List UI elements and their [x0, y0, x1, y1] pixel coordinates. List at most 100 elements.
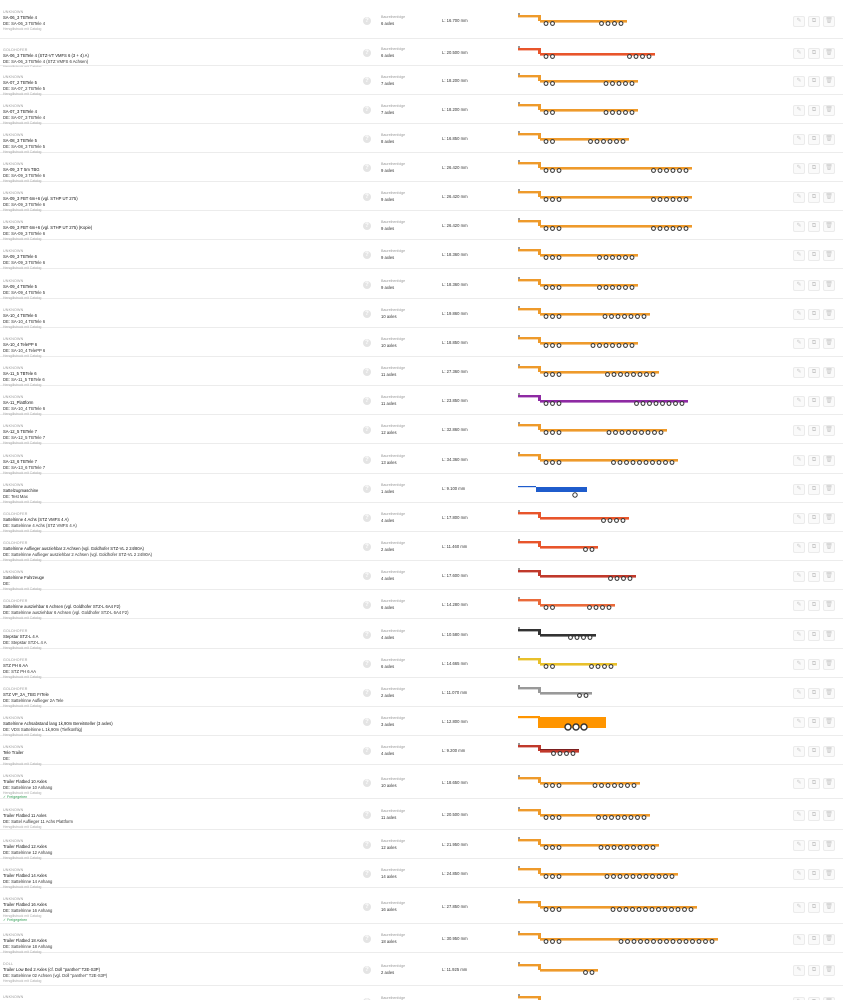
delete-button[interactable]: 🗑	[823, 15, 835, 27]
copy-button[interactable]: ⧉	[808, 250, 820, 261]
copy-button[interactable]: ⧉	[808, 134, 820, 145]
vehicle-row[interactable]: DOLL Trailer Low Bed 2 Axles (cf. Doll "p…	[0, 954, 843, 986]
edit-button[interactable]: ✎	[793, 163, 805, 174]
vehicle-row[interactable]: UNKNOWN SA-07_3 TBTele 4 DE: SA-07_3 TBTel…	[0, 96, 843, 125]
help-icon[interactable]: ?	[363, 397, 371, 405]
delete-button[interactable]: 🗑	[823, 659, 835, 670]
vehicle-row[interactable]: UNKNOWN SA-10_4 TBTele 6 DE: SA-10_4 TBTel…	[0, 300, 843, 329]
vehicle-row[interactable]: UNKNOWN SA-09_3 FBT 6m+6 (vgl. STHP UT 27…	[0, 183, 843, 212]
edit-button[interactable]: ✎	[793, 513, 805, 524]
copy-button[interactable]: ⧉	[808, 338, 820, 349]
edit-button[interactable]: ✎	[793, 688, 805, 699]
delete-button[interactable]: 🗑	[823, 810, 835, 821]
edit-button[interactable]: ✎	[793, 221, 805, 232]
copy-button[interactable]: ⧉	[808, 777, 820, 789]
edit-button[interactable]: ✎	[793, 280, 805, 291]
copy-button[interactable]: ⧉	[808, 425, 820, 436]
vehicle-row[interactable]: UNKNOWN SA-11_5 TBTele 6 DE: SA-11_5 TBTel…	[0, 358, 843, 387]
edit-button[interactable]: ✎	[793, 934, 805, 945]
vehicle-row[interactable]: UNKNOWN SA-07_2 TBTele 5 DE: SA-07_2 TBTel…	[0, 67, 843, 96]
copy-button[interactable]: ⧉	[808, 192, 820, 203]
vehicle-row[interactable]: UNKNOWN SA-09_3 T 5m TBG DE: SA-09_3 TBTel…	[0, 154, 843, 183]
delete-button[interactable]: 🗑	[823, 630, 835, 641]
help-icon[interactable]: ?	[363, 718, 371, 726]
help-icon[interactable]: ?	[363, 514, 371, 522]
edit-button[interactable]: ✎	[793, 840, 805, 851]
vehicle-row[interactable]: GOLDHOFER Sattelrinne 4 Achs (STZ VMFS 4 …	[0, 504, 843, 533]
help-icon[interactable]: ?	[363, 426, 371, 434]
help-icon[interactable]: ?	[363, 966, 371, 974]
help-icon[interactable]: ?	[363, 689, 371, 697]
delete-button[interactable]: 🗑	[823, 455, 835, 466]
copy-button[interactable]: ⧉	[808, 688, 820, 699]
edit-button[interactable]: ✎	[793, 484, 805, 495]
copy-button[interactable]: ⧉	[808, 48, 820, 59]
edit-button[interactable]: ✎	[793, 810, 805, 821]
delete-button[interactable]: 🗑	[823, 600, 835, 611]
vehicle-row[interactable]: UNKNOWN SA-09_3 TBTele 6 DE: SA-09_3 TBTel…	[0, 241, 843, 270]
edit-button[interactable]: ✎	[793, 965, 805, 976]
delete-button[interactable]: 🗑	[823, 425, 835, 436]
help-icon[interactable]: ?	[363, 456, 371, 464]
help-icon[interactable]: ?	[363, 106, 371, 114]
delete-button[interactable]: 🗑	[823, 396, 835, 407]
copy-button[interactable]: ⧉	[808, 76, 820, 87]
edit-button[interactable]: ✎	[793, 777, 805, 789]
help-icon[interactable]: ?	[363, 747, 371, 755]
help-icon[interactable]: ?	[363, 164, 371, 172]
help-icon[interactable]: ?	[363, 841, 371, 849]
edit-button[interactable]: ✎	[793, 250, 805, 261]
copy-button[interactable]: ⧉	[808, 280, 820, 291]
delete-button[interactable]: 🗑	[823, 777, 835, 789]
help-icon[interactable]: ?	[363, 631, 371, 639]
vehicle-row[interactable]: UNKNOWN SA-06_3 TBTele 4 DE: SA-06_3 TBTel…	[0, 2, 843, 39]
edit-button[interactable]: ✎	[793, 571, 805, 582]
copy-button[interactable]: ⧉	[808, 105, 820, 116]
copy-button[interactable]: ⧉	[808, 840, 820, 851]
delete-button[interactable]: 🗑	[823, 688, 835, 699]
edit-button[interactable]: ✎	[793, 630, 805, 641]
delete-button[interactable]: 🗑	[823, 192, 835, 203]
edit-button[interactable]: ✎	[793, 717, 805, 728]
copy-button[interactable]: ⧉	[808, 659, 820, 670]
edit-button[interactable]: ✎	[793, 338, 805, 349]
delete-button[interactable]: 🗑	[823, 484, 835, 495]
copy-button[interactable]: ⧉	[808, 600, 820, 611]
vehicle-row[interactable]: GOLDHOFER Sattelrinne Auflieger ausziehba…	[0, 533, 843, 562]
delete-button[interactable]: 🗑	[823, 901, 835, 913]
help-icon[interactable]: ?	[363, 902, 371, 911]
delete-button[interactable]: 🗑	[823, 250, 835, 261]
copy-button[interactable]: ⧉	[808, 901, 820, 913]
copy-button[interactable]: ⧉	[808, 717, 820, 728]
help-icon[interactable]: ?	[363, 339, 371, 347]
help-icon[interactable]: ?	[363, 251, 371, 259]
help-icon[interactable]: ?	[363, 572, 371, 580]
delete-button[interactable]: 🗑	[823, 105, 835, 116]
edit-button[interactable]: ✎	[793, 425, 805, 436]
edit-button[interactable]: ✎	[793, 600, 805, 611]
delete-button[interactable]: 🗑	[823, 717, 835, 728]
delete-button[interactable]: 🗑	[823, 134, 835, 145]
vehicle-row[interactable]: UNKNOWN Sattelzugmaschine DE: Test Max Hers…	[0, 475, 843, 504]
vehicle-row[interactable]: UNKNOWN SA-09_3 FBT 6m+6 (vgl. STHP UT 27…	[0, 212, 843, 241]
copy-button[interactable]: ⧉	[808, 869, 820, 880]
vehicle-row[interactable]: UNKNOWNTrailer Lowbed 3 AxlesDE: Sattelr…	[0, 987, 843, 1000]
edit-button[interactable]: ✎	[793, 76, 805, 87]
copy-button[interactable]: ⧉	[808, 484, 820, 495]
delete-button[interactable]: 🗑	[823, 76, 835, 87]
help-icon[interactable]: ?	[363, 660, 371, 668]
vehicle-row[interactable]: UNKNOWN Trailer Flatbed 11 Axles DE: Satte…	[0, 800, 843, 830]
help-icon[interactable]: ?	[363, 368, 371, 376]
copy-button[interactable]: ⧉	[808, 746, 820, 757]
edit-button[interactable]: ✎	[793, 105, 805, 116]
edit-button[interactable]: ✎	[793, 542, 805, 553]
vehicle-row[interactable]: GOLDHOFER STZ PH 6 AA DE: STZ PH 6 AA Hersg…	[0, 650, 843, 679]
copy-button[interactable]: ⧉	[808, 513, 820, 524]
vehicle-row[interactable]: GOLDHOFER STZ VP_2A_TBG FrTele DE: Sattelr…	[0, 679, 843, 708]
vehicle-row[interactable]: GOLDHOFER SA-06_3 TBTele 4 (STZ-VT VMFS 6…	[0, 40, 843, 69]
delete-button[interactable]: 🗑	[823, 338, 835, 349]
edit-button[interactable]: ✎	[793, 309, 805, 320]
delete-button[interactable]: 🗑	[823, 513, 835, 524]
delete-button[interactable]: 🗑	[823, 934, 835, 945]
delete-button[interactable]: 🗑	[823, 367, 835, 378]
